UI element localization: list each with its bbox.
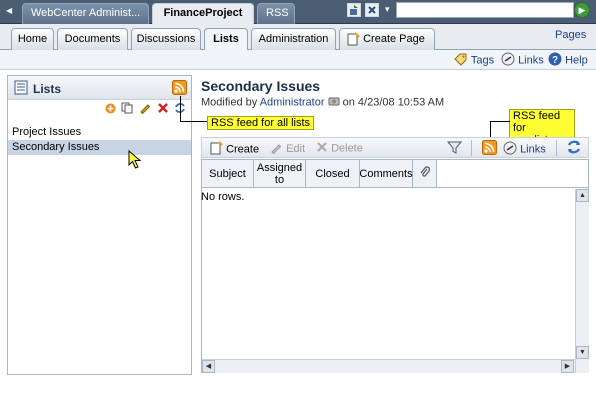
callout-rss-all-lists: RSS feed for all lists — [207, 116, 315, 130]
links-link[interactable]: Links — [501, 52, 544, 69]
copy-icon[interactable] — [121, 102, 133, 117]
delete-button[interactable]: Delete — [316, 141, 363, 156]
header-filler — [437, 160, 588, 188]
delete-icon[interactable] — [157, 102, 169, 117]
top-tab-financeproject[interactable]: FinanceProject — [152, 3, 254, 24]
help-label: Help — [565, 54, 588, 67]
toolbar-separator — [556, 140, 557, 156]
top-tab-webcenter-admin[interactable]: WebCenter Administ... — [22, 3, 149, 24]
search-input[interactable] — [396, 2, 574, 18]
items-table — [201, 159, 589, 373]
callout-line — [180, 96, 181, 122]
scroll-right-icon[interactable]: ▶ — [561, 360, 574, 373]
help-icon: ? — [548, 52, 562, 69]
link-icon — [503, 141, 517, 158]
column-header-attachment[interactable] — [413, 160, 437, 188]
links-label: Links — [520, 143, 546, 156]
help-link[interactable]: ? Help — [548, 52, 588, 69]
tab-label: Home — [17, 33, 48, 45]
tab-label: Documents — [64, 33, 121, 45]
scroll-up-icon[interactable]: ▲ — [576, 189, 589, 202]
close-page-icon[interactable] — [365, 3, 379, 17]
tab-lists[interactable]: Lists — [204, 28, 248, 51]
tab-label: Administration — [258, 33, 329, 45]
top-tab-label: WebCenter Administ... — [31, 7, 141, 19]
modified-by-link[interactable]: Administrator — [260, 96, 325, 108]
paperclip-icon — [420, 166, 430, 181]
top-tab-rss[interactable]: RSS — [257, 3, 295, 24]
mouse-cursor-icon — [128, 149, 142, 173]
create-icon — [209, 141, 223, 158]
links-label: Links — [518, 54, 544, 67]
table-links-button[interactable]: Links — [503, 141, 546, 158]
column-header-comments[interactable]: Comments — [359, 160, 413, 188]
no-rows-message: No rows. — [201, 191, 245, 203]
tab-label: Create Page — [363, 33, 425, 45]
tab-administration[interactable]: Administration — [251, 28, 336, 50]
list-item-project-issues[interactable]: Project Issues — [8, 125, 191, 140]
presence-icon — [328, 96, 340, 109]
chevron-left-icon[interactable]: ◀ — [6, 6, 14, 16]
scroll-left-icon[interactable]: ◀ — [202, 360, 215, 373]
tab-home[interactable]: Home — [11, 28, 54, 50]
tag-icon — [454, 52, 468, 69]
delete-x-icon — [316, 141, 328, 156]
column-header-assigned-to[interactable]: Assigned to — [254, 160, 306, 188]
modified-prefix: Modified by — [201, 96, 258, 109]
pages-link[interactable]: Pages — [555, 29, 586, 41]
delete-label: Delete — [331, 142, 363, 155]
column-header-subject[interactable]: Subject — [202, 160, 254, 188]
top-tab-label: RSS — [266, 7, 289, 19]
link-icon — [501, 52, 515, 69]
horizontal-scrollbar[interactable]: ◀ ▶ — [202, 359, 575, 373]
tab-create-page[interactable]: Create Page — [339, 28, 435, 50]
search-go-button[interactable]: ▶ — [574, 2, 590, 18]
edit-button[interactable]: Edit — [270, 141, 305, 157]
pin-page-icon[interactable] — [347, 3, 361, 17]
column-header-closed[interactable]: Closed — [306, 160, 360, 188]
filter-icon[interactable] — [446, 140, 463, 158]
top-tab-label: FinanceProject — [163, 7, 243, 19]
table-refresh-icon[interactable] — [566, 139, 582, 158]
lists-panel-title: Lists — [33, 82, 62, 96]
rss-one-list-icon[interactable] — [482, 140, 497, 158]
vertical-scrollbar[interactable]: ▲ ▼ — [575, 189, 589, 373]
create-button[interactable]: Create — [209, 141, 259, 158]
dropdown-arrow-icon[interactable]: ▾ — [385, 4, 395, 18]
list-icon — [14, 80, 28, 98]
tab-documents[interactable]: Documents — [57, 28, 128, 50]
tags-link[interactable]: Tags — [454, 52, 494, 69]
edit-label: Edit — [286, 142, 306, 155]
tags-label: Tags — [470, 54, 495, 67]
svg-text:?: ? — [552, 55, 558, 66]
add-icon[interactable] — [105, 103, 116, 117]
modified-info: Modified by Administrator on 4/23/08 10:… — [201, 96, 444, 109]
tab-label: Lists — [213, 33, 239, 45]
pencil-icon — [270, 141, 283, 157]
tab-discussions[interactable]: Discussions — [131, 28, 201, 50]
lists-panel — [7, 75, 192, 375]
callout-line-1: RSS feed for — [513, 110, 561, 134]
modified-date: on 4/23/08 10:53 AM — [342, 96, 445, 109]
scroll-down-icon[interactable]: ▼ — [576, 346, 589, 359]
tab-label: Discussions — [136, 33, 196, 45]
toolbar-separator — [471, 140, 472, 156]
edit-icon[interactable] — [139, 102, 151, 117]
callout-line — [180, 121, 208, 122]
list-item-secondary-issues[interactable]: Secondary Issues — [8, 140, 191, 155]
page-title: Secondary Issues — [201, 78, 321, 94]
create-label: Create — [226, 143, 260, 156]
callout-line — [490, 121, 510, 122]
